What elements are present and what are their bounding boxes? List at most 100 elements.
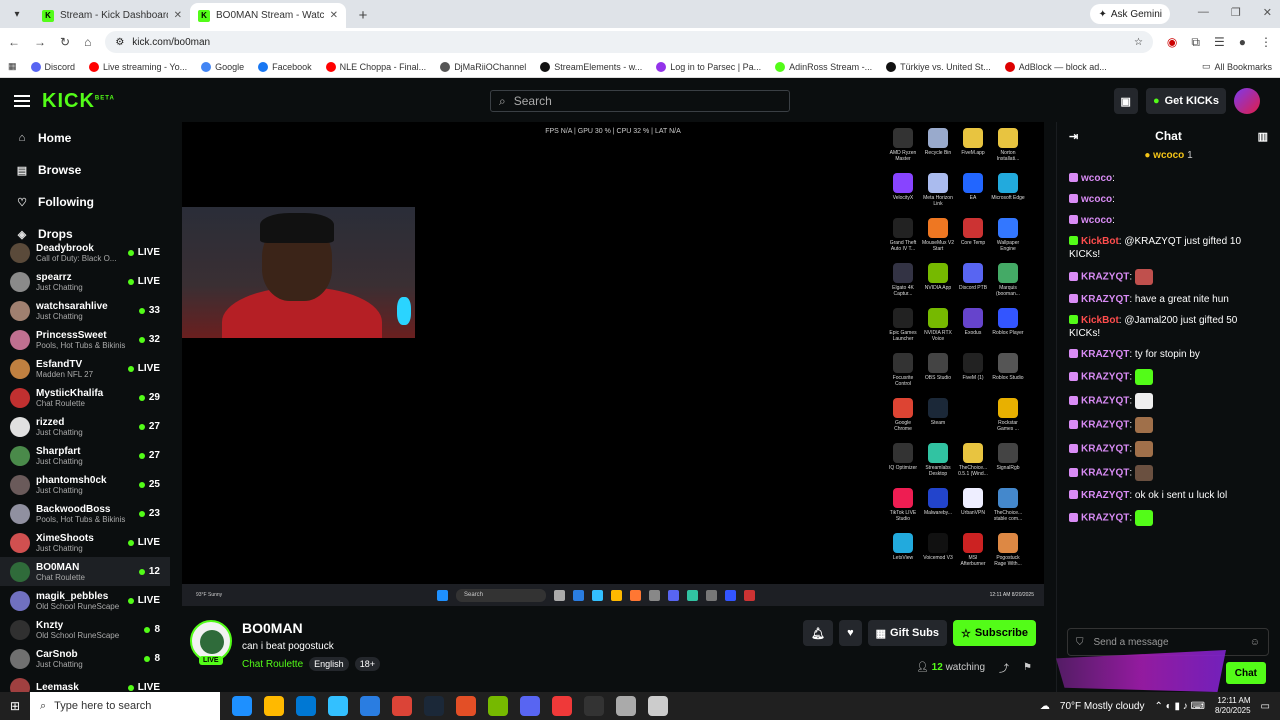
emoji-icon[interactable]: ☺ (1250, 637, 1260, 648)
chat-username[interactable]: KRAZYQT (1081, 490, 1129, 501)
channel-item[interactable]: magik_pebbles Old School RuneScape LIVE (0, 586, 170, 615)
user-avatar[interactable] (1234, 88, 1260, 114)
channel-item[interactable]: BackwoodBoss Pools, Hot Tubs & Bikinis 2… (0, 499, 170, 528)
apps-grid-icon[interactable]: ▦ (8, 61, 17, 72)
get-kicks-button[interactable]: ● Get KICKs (1145, 88, 1226, 114)
chat-username[interactable]: wcoco (1081, 194, 1112, 205)
channel-item[interactable]: rizzed Just Chatting 27 (0, 412, 170, 441)
profile-icon[interactable]: ● (1239, 35, 1246, 49)
taskbar-clock[interactable]: 12:11 AM 8/20/2025 (1215, 696, 1251, 716)
tag-18plus[interactable]: 18+ (354, 657, 380, 671)
taskbar-app-icon[interactable] (648, 696, 668, 716)
bookmark-item[interactable]: Türkiye vs. United St... (886, 61, 991, 72)
tab-search-icon[interactable]: ▾ (6, 3, 28, 25)
bookmark-star-icon[interactable]: ☆ (1134, 37, 1143, 48)
tray-icons[interactable]: ⌃ ◐ ▮ ♪ ⌨ (1154, 701, 1204, 712)
ask-gemini-button[interactable]: ✦ Ask Gemini (1090, 4, 1170, 24)
dashboard-button[interactable]: ▣ (1113, 88, 1138, 114)
taskbar-app-icon[interactable] (328, 696, 348, 716)
channel-item[interactable]: BO0MAN Chat Roulette 12 (0, 557, 170, 586)
channel-item[interactable]: Deadybrook Call of Duty: Black O... LIVE (0, 238, 170, 267)
chat-username[interactable]: KRAZYQT (1081, 349, 1129, 360)
chat-username[interactable]: KRAZYQT (1081, 513, 1129, 524)
channel-item[interactable]: Leemask LIVE (0, 673, 170, 692)
notification-bell-button[interactable]: 🔔︎ (803, 620, 834, 646)
chat-username[interactable]: KickBot (1081, 315, 1119, 326)
taskbar-search-input[interactable]: ⌕ Type here to search (30, 692, 220, 720)
taskbar-app-icon[interactable] (232, 696, 252, 716)
bookmark-item[interactable]: Google (201, 61, 244, 72)
url-field[interactable]: ⚙ kick.com/bo0man ☆ (105, 31, 1153, 53)
close-window-icon[interactable]: ✕ (1263, 6, 1272, 19)
media-icon[interactable]: ☰ (1214, 35, 1225, 49)
close-tab-icon[interactable]: ✕ (330, 10, 338, 21)
search-input[interactable]: ⌕ Search (490, 90, 790, 112)
stream-category-link[interactable]: Chat Roulette (242, 659, 303, 670)
back-icon[interactable]: ← (8, 35, 20, 49)
collapse-chat-icon[interactable]: ⇥ (1069, 130, 1078, 143)
report-icon[interactable]: ⚑ (1023, 662, 1032, 673)
tab-kick-dashboard[interactable]: K Stream - Kick Dashboard ✕ (34, 3, 190, 28)
taskbar-app-icon[interactable] (584, 696, 604, 716)
streamer-name[interactable]: BO0MAN (242, 620, 303, 636)
channel-item[interactable]: CarSnob Just Chatting 8 (0, 644, 170, 673)
chat-username[interactable]: wcoco (1081, 215, 1112, 226)
channel-item[interactable]: spearrz Just Chatting LIVE (0, 267, 170, 296)
chat-username[interactable]: KRAZYQT (1081, 396, 1129, 407)
minimize-icon[interactable]: — (1198, 6, 1209, 19)
chat-users-icon[interactable]: ▥ (1258, 130, 1268, 143)
chat-message-input[interactable]: ⛉ Send a message ☺ (1067, 628, 1269, 656)
channel-item[interactable]: Knzty Old School RuneScape 8 (0, 615, 170, 644)
tag-english[interactable]: English (309, 657, 349, 671)
taskbar-app-icon[interactable] (360, 696, 380, 716)
chat-username[interactable]: KRAZYQT (1081, 294, 1129, 305)
extensions-icon[interactable]: ⧉ (1191, 35, 1200, 50)
taskbar-app-icon[interactable] (616, 696, 636, 716)
bookmark-item[interactable]: Log in to Parsec | Pa... (656, 61, 761, 72)
channel-item[interactable]: EsfandTV Madden NFL 27 LIVE (0, 354, 170, 383)
taskbar-app-icon[interactable] (392, 696, 412, 716)
bookmark-item[interactable]: StreamElements - w... (540, 61, 642, 72)
notification-icon[interactable]: ▭ (1261, 701, 1270, 712)
subscribe-button[interactable]: ☆ Subscribe (952, 620, 1036, 646)
sidebar-item-home[interactable]: ⌂ Home (0, 122, 170, 154)
chat-username[interactable]: KRAZYQT (1081, 468, 1129, 479)
extension-opera-icon[interactable]: ◉ (1167, 35, 1177, 49)
bookmark-item[interactable]: DjMaRiiOChannel (440, 61, 526, 72)
channel-item[interactable]: PrincessSweet Pools, Hot Tubs & Bikinis … (0, 325, 170, 354)
gift-subs-button[interactable]: ▦ Gift Subs (867, 620, 947, 646)
taskbar-app-icon[interactable] (520, 696, 540, 716)
chat-send-button[interactable]: Chat (1225, 662, 1266, 684)
taskbar-app-icon[interactable] (296, 696, 316, 716)
new-tab-button[interactable]: + (352, 4, 374, 26)
channel-item[interactable]: MystiicKhalifa Chat Roulette 29 (0, 383, 170, 412)
home-browser-icon[interactable]: ⌂ (84, 35, 91, 49)
windows-start-icon[interactable]: ⊞ (0, 692, 30, 720)
channel-item[interactable]: Sharpfart Just Chatting 27 (0, 441, 170, 470)
taskbar-app-icon[interactable] (552, 696, 572, 716)
site-info-icon[interactable]: ⚙ (115, 37, 124, 48)
maximize-icon[interactable]: ❐ (1231, 6, 1241, 19)
kick-logo[interactable]: KICKBETA (42, 90, 115, 113)
taskbar-app-icon[interactable] (456, 696, 476, 716)
bookmark-item[interactable]: Discord (30, 61, 75, 72)
close-tab-icon[interactable]: ✕ (174, 10, 182, 21)
chat-username[interactable]: KickBot (1081, 236, 1119, 247)
channel-item[interactable]: phantomsh0ck Just Chatting 25 (0, 470, 170, 499)
bookmark-item[interactable]: AdBlock — block ad... (1004, 61, 1107, 72)
menu-hamburger-icon[interactable] (14, 92, 30, 110)
reload-icon[interactable]: ↻ (60, 35, 70, 49)
taskbar-app-icon[interactable] (424, 696, 444, 716)
share-icon[interactable]: ⤴ (999, 660, 1009, 675)
chat-username[interactable]: KRAZYQT (1081, 372, 1129, 383)
follow-button[interactable]: ♥ (839, 620, 862, 646)
bookmark-item[interactable]: Live streaming - Yo... (89, 61, 187, 72)
sidebar-item-browse[interactable]: ▤ Browse (0, 154, 170, 186)
bookmark-item[interactable]: Facebook (258, 61, 312, 72)
chat-username[interactable]: KRAZYQT (1081, 444, 1129, 455)
tab-bo0man-stream[interactable]: K BO0MAN Stream - Watch L ✕ (190, 3, 346, 28)
channel-item[interactable]: XimeShoots Just Chatting LIVE (0, 528, 170, 557)
bookmark-item[interactable]: AdinRoss Stream -... (775, 61, 872, 72)
chat-username[interactable]: KRAZYQT (1081, 420, 1129, 431)
chat-username[interactable]: wcoco (1081, 173, 1112, 184)
